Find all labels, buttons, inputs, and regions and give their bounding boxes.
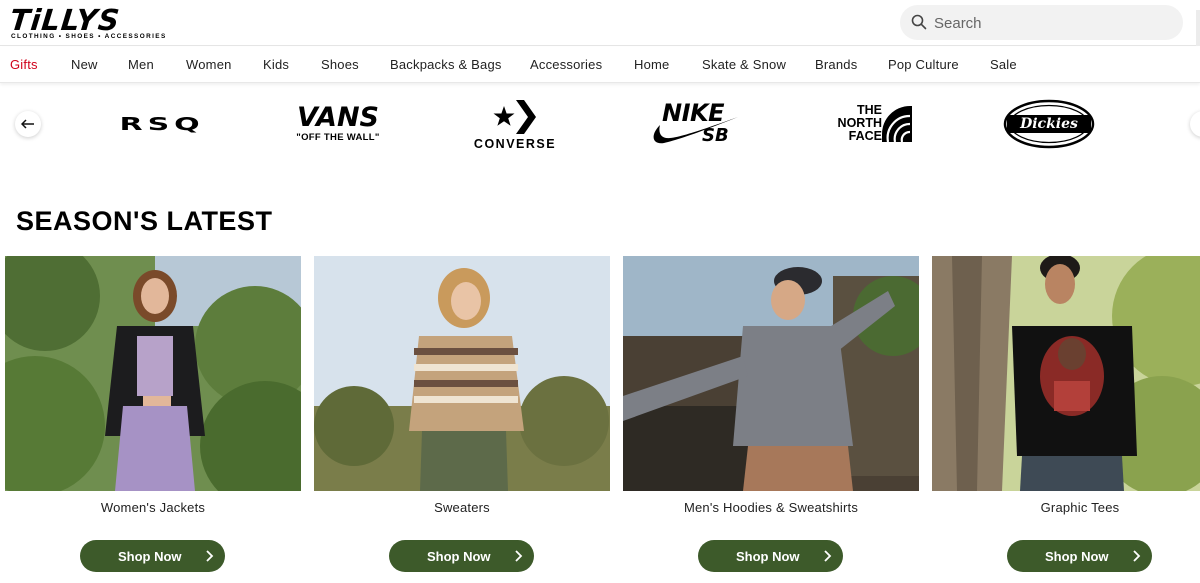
card-label[interactable]: Men's Hoodies & Sweatshirts — [623, 500, 919, 515]
nav-item-sale[interactable]: Sale — [990, 57, 1017, 72]
search-bar[interactable] — [900, 5, 1183, 40]
category-card-womens-jackets: Women's Jackets Shop Now — [5, 256, 301, 576]
brand-carousel: RSQ VANS "OFF THE WALL" CONVERSE NIKE SB… — [0, 84, 1200, 164]
brand-the-north-face[interactable]: THE NORTH FACE — [828, 92, 916, 156]
section-title: SEASON'S LATEST — [16, 206, 273, 236]
chevron-right-icon — [206, 550, 214, 562]
card-label[interactable]: Women's Jackets — [5, 500, 301, 515]
category-card-graphic-tees: Graphic Tees Shop Now — [932, 256, 1200, 576]
arrow-left-icon — [21, 119, 34, 129]
womens-jackets-photo — [5, 256, 301, 491]
nav-item-men[interactable]: Men — [128, 57, 154, 72]
tnf-logo-wordmark: THE NORTH FACE — [830, 104, 882, 143]
logo-tagline: CLOTHING • SHOES • ACCESSORIES — [11, 33, 167, 40]
dickies-logo: Dickies — [1003, 99, 1095, 149]
dickies-logo-text: Dickies — [1020, 116, 1078, 132]
nike-sb-text: SB — [702, 125, 729, 146]
shop-now-label: Shop Now — [736, 548, 800, 564]
graphic-tees-image[interactable] — [932, 256, 1200, 491]
tnf-logo: THE NORTH FACE — [828, 102, 916, 146]
search-icon — [911, 14, 927, 30]
logo-wordmark: TiLLYS — [8, 3, 122, 37]
search-input[interactable] — [934, 12, 1164, 34]
nav-item-pop-culture[interactable]: Pop Culture — [888, 57, 959, 72]
tillys-logo[interactable]: TiLLYS CLOTHING • SHOES • ACCESSORIES — [8, 3, 172, 43]
brand-dickies[interactable]: Dickies — [1002, 92, 1096, 156]
site-header: TiLLYS CLOTHING • SHOES • ACCESSORIES — [0, 0, 1200, 46]
rsq-logo-text: RSQ — [119, 113, 205, 135]
shop-now-button[interactable]: Shop Now — [698, 540, 843, 572]
mens-hoodies-photo — [623, 256, 919, 491]
shop-now-button[interactable]: Shop Now — [389, 540, 534, 572]
card-label[interactable]: Sweaters — [314, 500, 610, 515]
mens-hoodies-image[interactable] — [623, 256, 919, 491]
nav-item-new[interactable]: New — [71, 57, 98, 72]
shop-now-button[interactable]: Shop Now — [1007, 540, 1152, 572]
header-edge — [1196, 10, 1200, 46]
tnf-dome-icon — [882, 106, 912, 143]
converse-star-chevron-icon — [493, 99, 536, 134]
category-card-sweaters: Sweaters Shop Now — [314, 256, 610, 576]
brand-nike-sb[interactable]: NIKE SB — [648, 92, 740, 156]
nav-item-backpacks-bags[interactable]: Backpacks & Bags — [390, 57, 502, 72]
card-label[interactable]: Graphic Tees — [932, 500, 1200, 515]
graphic-tees-photo — [932, 256, 1200, 491]
carousel-prev-button[interactable] — [15, 111, 41, 137]
sweaters-image[interactable] — [314, 256, 610, 491]
category-card-mens-hoodies: Men's Hoodies & Sweatshirts Shop Now — [623, 256, 919, 576]
chevron-right-icon — [1133, 550, 1141, 562]
nav-item-skate-snow[interactable]: Skate & Snow — [702, 57, 786, 72]
nav-item-brands[interactable]: Brands — [815, 57, 857, 72]
nav-item-home[interactable]: Home — [634, 57, 669, 72]
main-nav: Gifts New Men Women Kids Shoes Backpacks… — [0, 47, 1200, 83]
nav-item-shoes[interactable]: Shoes — [321, 57, 359, 72]
carousel-next-button[interactable] — [1190, 111, 1200, 137]
brand-rsq[interactable]: RSQ — [112, 92, 212, 156]
nav-item-accessories[interactable]: Accessories — [530, 57, 602, 72]
converse-logo-text: CONVERSE — [473, 136, 557, 151]
nav-item-kids[interactable]: Kids — [263, 57, 289, 72]
tnf-word-face: FACE — [848, 129, 882, 143]
brand-vans[interactable]: VANS "OFF THE WALL" — [288, 92, 388, 156]
nav-item-women[interactable]: Women — [186, 57, 232, 72]
brand-converse[interactable]: CONVERSE — [470, 92, 560, 156]
shop-now-label: Shop Now — [427, 548, 491, 564]
womens-jackets-image[interactable] — [5, 256, 301, 491]
nav-item-gifts[interactable]: Gifts — [10, 57, 38, 72]
chevron-right-icon — [824, 550, 832, 562]
shop-now-label: Shop Now — [1045, 548, 1109, 564]
shop-now-button[interactable]: Shop Now — [80, 540, 225, 572]
shop-now-label: Shop Now — [118, 548, 182, 564]
chevron-right-icon — [515, 550, 523, 562]
vans-logo-text: VANS — [296, 102, 379, 133]
vans-tagline: "OFF THE WALL" — [296, 132, 380, 143]
nike-sb-logo: NIKE SB — [648, 99, 740, 149]
sweaters-photo — [314, 256, 610, 491]
